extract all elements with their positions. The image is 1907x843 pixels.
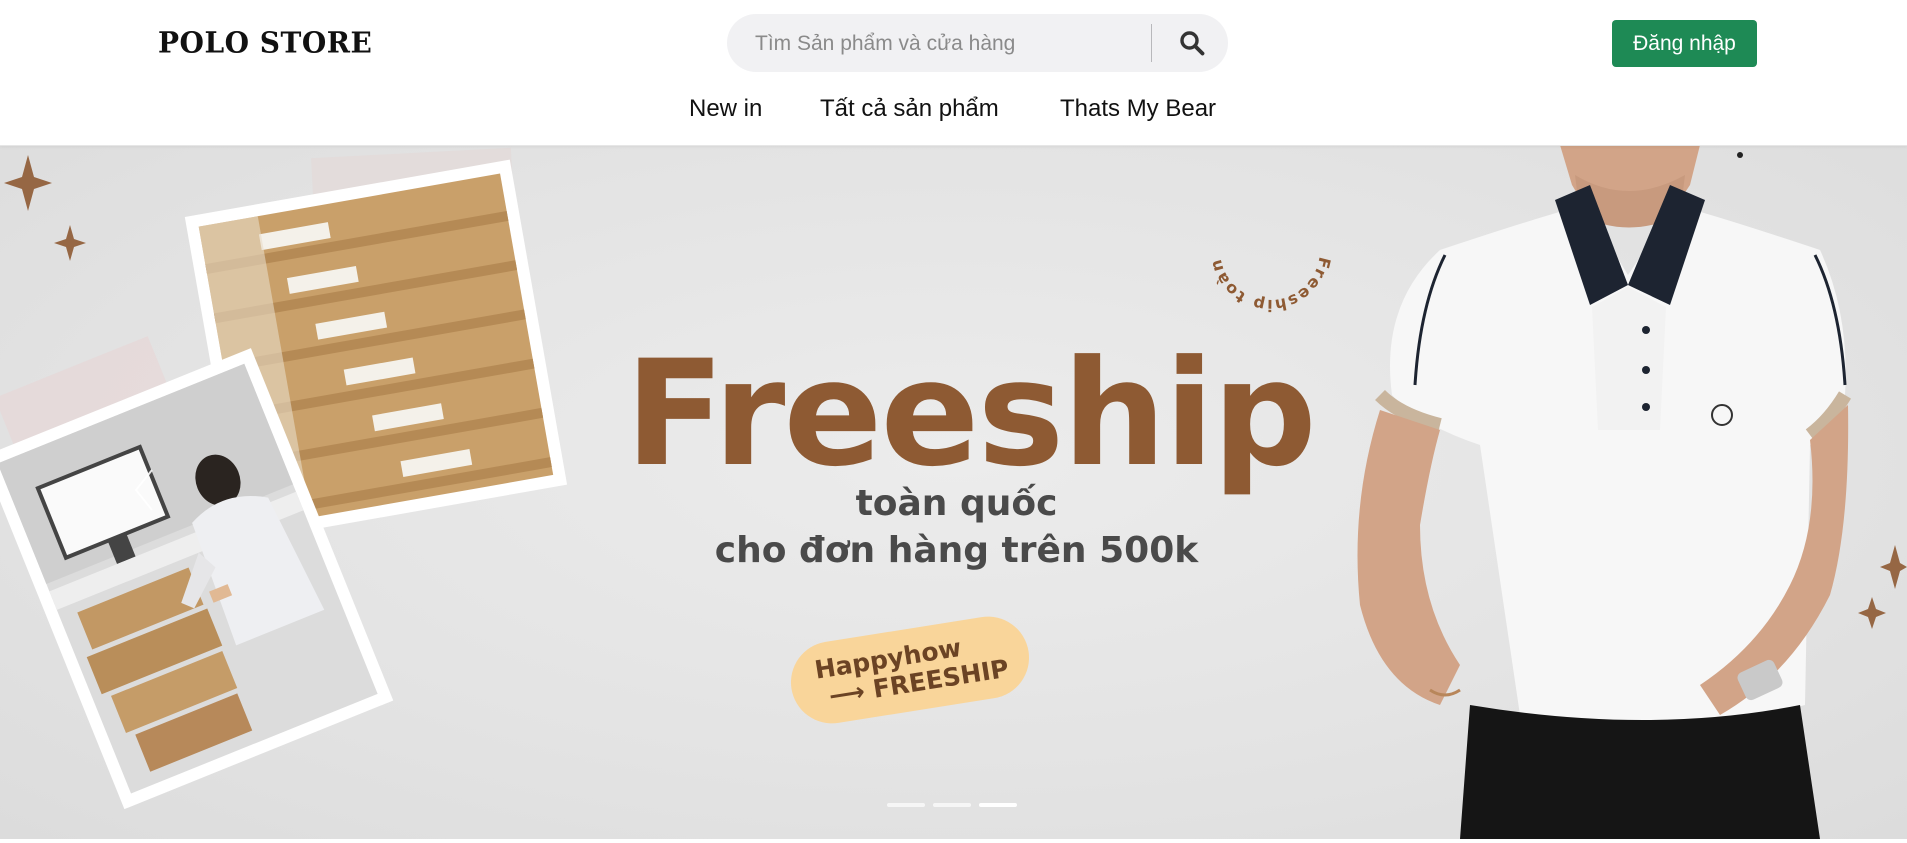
banner-headline: Freeship [625,329,1317,499]
nav-item-all-products[interactable]: Tất cả sản phẩm [820,95,999,123]
search-divider [1151,24,1152,62]
search-icon [1180,31,1205,56]
nav-item-new-in[interactable]: New in [689,95,762,123]
login-button[interactable]: Đăng nhập [1612,20,1757,67]
banner-line-2: cho đơn hàng trên 500k [714,530,1199,571]
search-input[interactable] [753,14,1177,74]
store-logo[interactable]: POLO STORE [158,25,372,60]
carousel-dot-3[interactable] [979,803,1017,807]
banner-subtitle-1: toàn quốc [0,483,1907,524]
search-button[interactable] [1167,18,1217,68]
site-header: POLO STORE Đăng nhập New in Tất cả sản p… [0,0,1907,146]
sparkle-icon [4,155,52,211]
nav-item-thats-my-bear[interactable]: Thats My Bear [1060,95,1216,123]
main-nav: New in Tất cả sản phẩm Thats My Bear [0,95,1907,127]
carousel-prev-button[interactable] [130,470,160,510]
search-bar [727,14,1228,74]
carousel-dot-1[interactable] [887,803,925,807]
sparkle-icon [1858,597,1886,629]
carousel-dot-2[interactable] [933,803,971,807]
banner-subtitle-2: cho đơn hàng trên 500k [0,530,1907,571]
banner-line-1: toàn quốc [855,483,1058,524]
sparkle-icon [54,225,86,261]
hero-banner[interactable]: Freeship toàn quốc - Happyhow - [0,145,1907,839]
